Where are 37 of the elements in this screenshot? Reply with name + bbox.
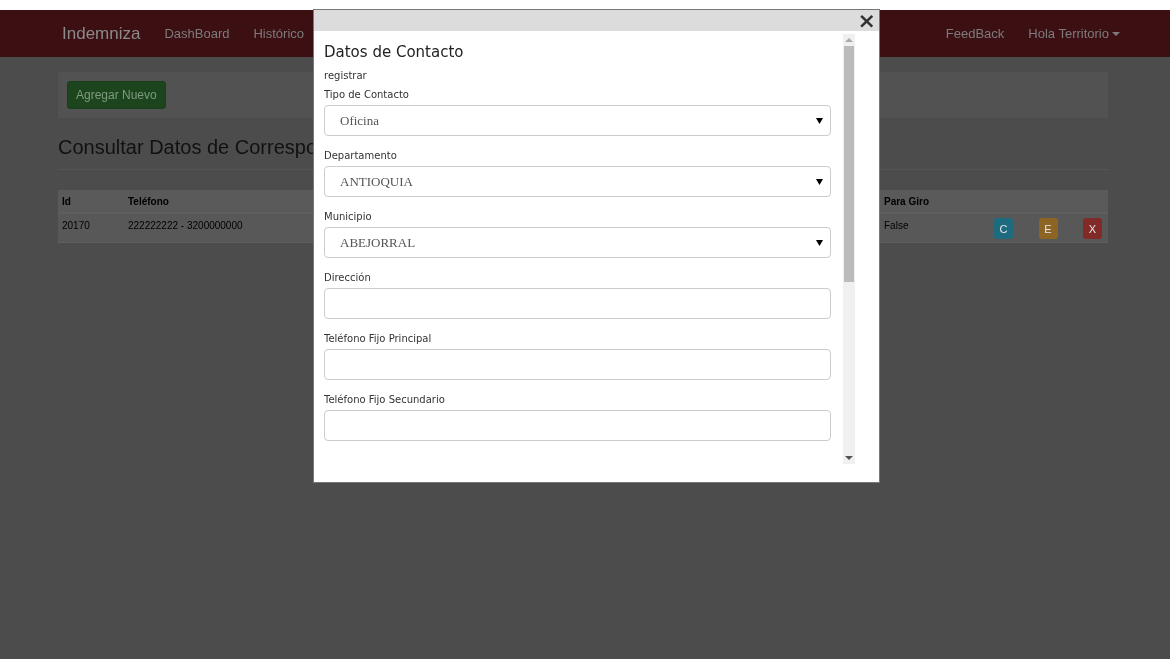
field-label: Departamento bbox=[324, 150, 398, 161]
dropdown-caret-icon bbox=[816, 239, 823, 246]
caret-icon bbox=[1112, 31, 1120, 36]
field-label: Teléfono Fijo Secundario bbox=[324, 394, 446, 405]
user-menu[interactable]: Hola Territorio bbox=[1028, 26, 1120, 41]
input-field[interactable] bbox=[324, 410, 831, 441]
select-field[interactable]: ABEJORRAL bbox=[324, 227, 831, 258]
action-button[interactable]: X bbox=[1083, 218, 1102, 239]
select-field[interactable]: ANTIOQUIA bbox=[324, 166, 831, 197]
column-header: Teléfono bbox=[128, 195, 170, 207]
table-cell-text: 222222222 - 3200000000 bbox=[128, 220, 244, 231]
nav-link[interactable]: Histórico bbox=[253, 26, 305, 41]
field-label: Dirección bbox=[324, 272, 372, 283]
input-field[interactable] bbox=[324, 288, 831, 319]
table-cell-text: 20170 bbox=[61, 220, 91, 231]
add-new-button[interactable]: Agregar Nuevo bbox=[67, 81, 166, 109]
column-header: Para Giro bbox=[884, 195, 931, 207]
field-label: Tipo de Contacto bbox=[324, 89, 410, 100]
scrollbar[interactable] bbox=[843, 34, 855, 464]
nav-link[interactable]: DashBoard bbox=[164, 26, 230, 41]
close-button[interactable]: × bbox=[854, 11, 879, 30]
subtitle-text: registrar bbox=[324, 70, 368, 81]
brand-link[interactable]: Indemniza bbox=[62, 23, 141, 44]
table-cell-text: False bbox=[884, 220, 910, 231]
field-label: Teléfono Fijo Principal bbox=[324, 333, 433, 344]
select-field[interactable]: Oficina bbox=[324, 105, 831, 136]
input-field[interactable] bbox=[324, 349, 831, 380]
field-label: Municipio bbox=[324, 211, 373, 222]
scrollbar-thumb[interactable] bbox=[844, 46, 854, 282]
action-button[interactable]: C bbox=[994, 218, 1013, 239]
modal-title: Datos de Contacto bbox=[324, 43, 465, 61]
scroll-up-icon[interactable] bbox=[845, 38, 853, 42]
scroll-down-icon[interactable] bbox=[845, 456, 853, 460]
dropdown-caret-icon bbox=[816, 178, 823, 185]
nav-link[interactable]: FeedBack bbox=[945, 26, 1005, 41]
column-header: Id bbox=[61, 195, 72, 207]
action-button[interactable]: E bbox=[1038, 218, 1058, 239]
